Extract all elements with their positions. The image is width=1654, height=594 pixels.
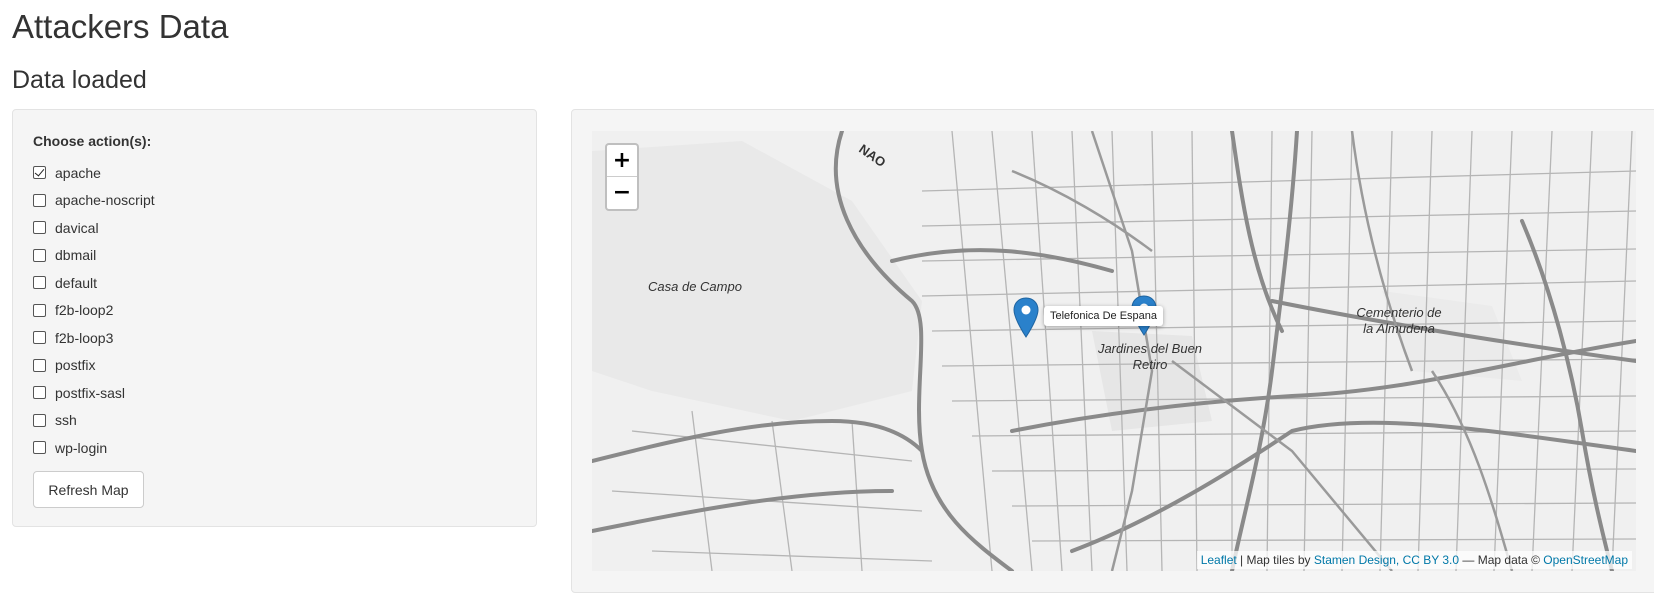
map-label-casa-de-campo: Casa de Campo xyxy=(648,279,742,294)
checkbox-label: davical xyxy=(55,219,99,236)
checkbox-postfix[interactable]: postfix xyxy=(33,352,155,380)
map-label-jardines: Jardines del Buen Retiro xyxy=(1097,341,1203,372)
zoom-out-button[interactable]: − xyxy=(607,177,637,209)
actions-checkbox-list: apache apache-noscript davical dbmail de… xyxy=(33,159,155,462)
zoom-in-button[interactable]: + xyxy=(607,145,637,177)
checkbox-unchecked-icon[interactable] xyxy=(33,193,46,207)
page-title: Attackers Data xyxy=(12,8,229,45)
page-subtitle: Data loaded xyxy=(12,66,147,94)
marker-popup: Telefonica De Espana xyxy=(1044,306,1164,326)
checkbox-ssh[interactable]: ssh xyxy=(33,407,155,435)
leaflet-link[interactable]: Leaflet xyxy=(1201,553,1237,567)
checkbox-label: ssh xyxy=(55,412,77,429)
checkbox-davical[interactable]: davical xyxy=(33,214,155,242)
attribution-text: | Map tiles by xyxy=(1236,553,1314,567)
checkbox-label: f2b-loop3 xyxy=(55,329,114,346)
checkbox-unchecked-icon[interactable] xyxy=(33,276,46,290)
checkbox-f2b-loop2[interactable]: f2b-loop2 xyxy=(33,297,155,325)
checkbox-apache-noscript[interactable]: apache-noscript xyxy=(33,187,155,215)
checkbox-unchecked-icon[interactable] xyxy=(33,248,46,262)
checkbox-label: f2b-loop2 xyxy=(55,302,114,319)
checkbox-unchecked-icon[interactable] xyxy=(33,413,46,427)
checkbox-unchecked-icon[interactable] xyxy=(33,441,46,455)
checkbox-f2b-loop3[interactable]: f2b-loop3 xyxy=(33,324,155,352)
checkbox-unchecked-icon[interactable] xyxy=(33,331,46,345)
sidebar-panel: Choose action(s): apache apache-noscript… xyxy=(12,109,537,527)
attribution-text: — Map data © xyxy=(1459,553,1544,567)
map-label-cementerio: Cementerio de la Almudena xyxy=(1356,305,1442,336)
refresh-map-button[interactable]: Refresh Map xyxy=(33,471,144,508)
stamen-link[interactable]: Stamen Design, CC BY 3.0 xyxy=(1314,553,1459,567)
map-attribution: Leaflet | Map tiles by Stamen Design, CC… xyxy=(1196,551,1632,569)
checkbox-unchecked-icon[interactable] xyxy=(33,358,46,372)
openstreetmap-link[interactable]: OpenStreetMap xyxy=(1543,553,1628,567)
map-pin-icon[interactable] xyxy=(1013,297,1039,339)
checkbox-label: postfix-sasl xyxy=(55,384,126,401)
checkbox-apache[interactable]: apache xyxy=(33,159,155,187)
checkbox-label: postfix xyxy=(55,357,96,374)
checkbox-postfix-sasl[interactable]: postfix-sasl xyxy=(33,379,155,407)
checkbox-default[interactable]: default xyxy=(33,269,155,297)
actions-group-label: Choose action(s): xyxy=(33,133,152,149)
checkbox-dbmail[interactable]: dbmail xyxy=(33,242,155,270)
checkbox-label: apache xyxy=(55,164,101,181)
zoom-control: + − xyxy=(605,143,639,211)
checkbox-label: apache-noscript xyxy=(55,192,155,209)
checkbox-checked-icon[interactable] xyxy=(33,166,46,180)
checkbox-label: default xyxy=(55,274,98,291)
checkbox-unchecked-icon[interactable] xyxy=(33,386,46,400)
checkbox-label: wp-login xyxy=(55,439,108,456)
checkbox-unchecked-icon[interactable] xyxy=(33,221,46,235)
checkbox-unchecked-icon[interactable] xyxy=(33,303,46,317)
checkbox-label: dbmail xyxy=(55,247,97,264)
map-view[interactable]: NAO Casa de Campo Jardines del Buen Reti… xyxy=(592,131,1636,571)
checkbox-wp-login[interactable]: wp-login xyxy=(33,434,155,462)
